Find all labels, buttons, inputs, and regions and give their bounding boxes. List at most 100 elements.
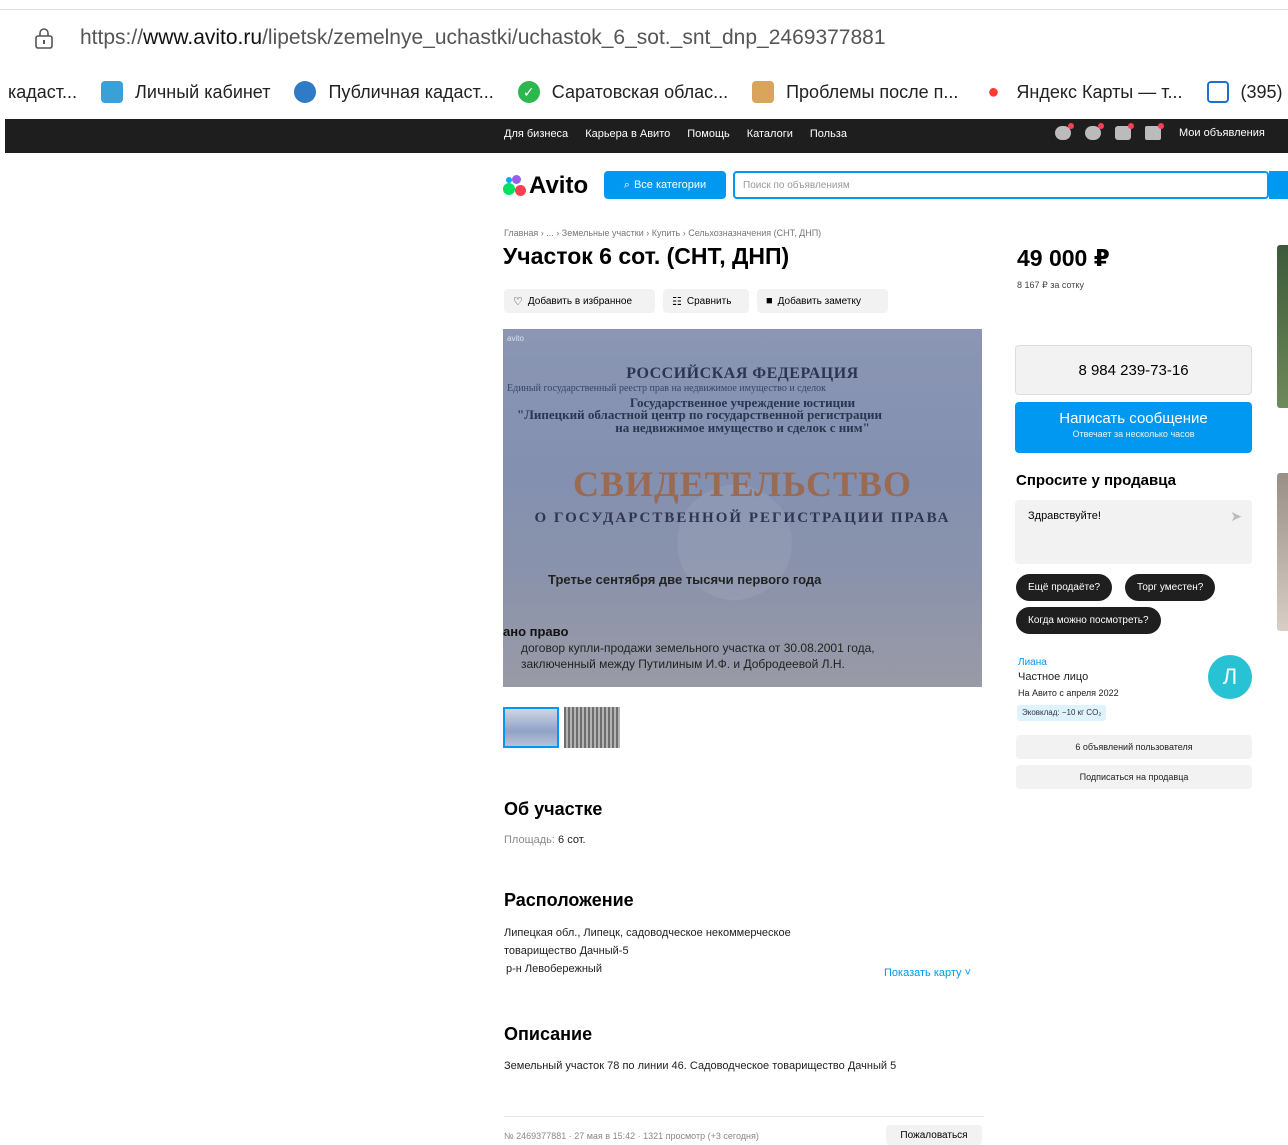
cart-icon[interactable] (1145, 123, 1164, 140)
compare-button[interactable]: ☷ Сравнить (663, 289, 749, 313)
heart-icon: ♡ (513, 295, 523, 308)
map-pin-icon: ● (987, 81, 1000, 103)
favorites-icon[interactable] (1055, 123, 1074, 140)
note-icon: ■ (766, 295, 773, 307)
send-icon[interactable]: ➤ (1230, 508, 1242, 525)
photo-line: Единый государственный реестр прав на не… (507, 383, 826, 394)
bookmark-label: (395) (1240, 81, 1283, 102)
quick-question-chip[interactable]: Когда можно посмотреть? (1016, 607, 1161, 634)
bookmark-item[interactable]: Личный кабинет (101, 81, 270, 103)
photo-thumbnail[interactable] (503, 707, 559, 748)
district-line: р-н Левобережный (506, 963, 602, 975)
address-line: товарищество Дачный-5 (504, 945, 629, 957)
check-icon: ✓ (517, 81, 540, 103)
user-ads-button[interactable]: 6 объявлений пользователя (1016, 735, 1252, 759)
bookmark-label: Проблемы после п... (786, 81, 959, 102)
bookmark-item[interactable]: (395) (1206, 81, 1283, 103)
area-row: Площадь: 6 сот. (504, 834, 586, 846)
nav-business[interactable]: Для бизнеса (504, 128, 568, 140)
page-title: Участок 6 сот. (СНТ, ДНП) (503, 243, 790, 269)
house-icon (294, 81, 317, 103)
nav-career[interactable]: Карьера в Авито (585, 128, 670, 140)
photo-line: ано право (503, 624, 569, 639)
bookmark-item[interactable]: ● Яндекс Карты — т... (982, 81, 1182, 103)
messages-icon[interactable] (1115, 123, 1134, 140)
message-label: Написать сообщение (1059, 410, 1208, 427)
description-text: Земельный участок 78 по линии 46. Садово… (504, 1060, 897, 1072)
all-categories-button[interactable]: ⌕ Все категории (604, 171, 726, 199)
logo-dots-icon (503, 175, 527, 197)
bookmark-item[interactable]: кадаст... (8, 82, 77, 103)
notifications-icon[interactable] (1085, 123, 1104, 140)
compare-label: Сравнить (686, 295, 732, 307)
url-text[interactable]: https://www.avito.ru/lipetsk/zemelnye_uc… (80, 26, 886, 50)
compare-icon: ☷ (672, 295, 682, 308)
photo-subheading: О ГОСУДАРСТВЕННОЙ РЕГИСТРАЦИИ ПРАВА (534, 510, 951, 526)
note-label: Добавить заметку (777, 295, 861, 307)
bookmarks-bar: кадаст... Личный кабинет Публичная кадас… (0, 72, 1288, 112)
favorite-label: Добавить в избранное (527, 295, 633, 307)
ask-text: Здравствуйте! (1028, 510, 1101, 522)
breadcrumb[interactable]: Главная › ... › Земельные участки › Купи… (504, 228, 821, 238)
quick-question-chip[interactable]: Ещё продаёте? (1016, 574, 1113, 601)
search-button[interactable] (1269, 171, 1288, 199)
phone-button[interactable]: 8 984 239-73-16 (1015, 345, 1252, 395)
write-message-button[interactable]: Написать сообщение Отвечает за несколько… (1015, 402, 1252, 453)
ask-seller-input[interactable]: Здравствуйте! ➤ (1015, 500, 1252, 564)
nav-help[interactable]: Помощь (687, 128, 730, 140)
price-per-unit: 8 167 ₽ за сотку (1017, 280, 1084, 290)
photo-thumbnail[interactable] (564, 707, 620, 748)
complain-button[interactable]: Пожаловаться (886, 1125, 982, 1145)
description-heading: Описание (504, 1024, 593, 1044)
subscribe-button[interactable]: Подписаться на продавца (1016, 765, 1252, 789)
gosuslugi-icon (101, 81, 124, 103)
ad-banner-image[interactable] (1277, 473, 1288, 631)
avito-logo[interactable]: Avito (503, 172, 588, 200)
bookmark-label: Саратовская облас... (551, 81, 729, 102)
area-value: 6 сот. (558, 834, 586, 846)
bookmark-label: кадаст... (8, 81, 78, 102)
listing-meta: № 2469377881 · 27 мая в 15:42 · 1321 про… (504, 1131, 759, 1141)
site-top-nav: Для бизнеса Карьера в Авито Помощь Катал… (5, 119, 1288, 153)
add-favorite-button[interactable]: ♡ Добавить в избранное (504, 289, 655, 313)
photo-tag: avito (507, 334, 524, 343)
eco-badge: Эковклад: −10 кг CO₂ (1017, 705, 1107, 721)
add-note-button[interactable]: ■ Добавить заметку (757, 289, 888, 313)
bookmark-item[interactable]: Публичная кадаст... (294, 81, 494, 103)
bookmark-item[interactable]: ✓ Саратовская облас... (517, 81, 729, 103)
avatar[interactable]: Л (1208, 655, 1252, 699)
area-label: Площадь: (504, 834, 555, 846)
price: 49 000 ₽ (1017, 245, 1110, 271)
photo-line: заключенный между Путилиным И.Ф. и Добро… (521, 657, 845, 671)
search-placeholder: Поиск по объявлениям (743, 180, 850, 191)
about-heading: Об участке (504, 799, 603, 819)
photo-line: РОССИЙСКАЯ ФЕДЕРАЦИЯ (626, 365, 859, 382)
listing-photo[interactable]: ⬤ avito РОССИЙСКАЯ ФЕДЕРАЦИЯ Единый госу… (503, 329, 982, 687)
lock-icon (35, 28, 53, 49)
address-line: Липецкая обл., Липецк, садоводческое нек… (504, 927, 791, 939)
message-subtext: Отвечает за несколько часов (1072, 429, 1195, 439)
avatar-icon (752, 81, 775, 103)
photo-line: на недвижимое имущество и сделок с ним" (615, 420, 870, 435)
seller-since: На Авито с апреля 2022 (1018, 688, 1119, 698)
location-heading: Расположение (504, 890, 634, 910)
nav-catalogs[interactable]: Каталоги (747, 128, 793, 140)
bookmark-item[interactable]: Проблемы после п... (752, 81, 958, 103)
photo-heading: СВИДЕТЕЛЬСТВО (572, 464, 913, 504)
bookmark-label: Личный кабинет (135, 81, 271, 102)
ad-banner-image[interactable] (1277, 245, 1288, 408)
address-bar[interactable]: https://www.avito.ru/lipetsk/zemelnye_uc… (0, 14, 1288, 64)
show-map-link[interactable]: Показать карту ˅ (884, 967, 971, 979)
my-ads-link[interactable]: Мои объявления (1179, 127, 1265, 139)
seller-name[interactable]: Лиана (1018, 657, 1047, 668)
window-top-strip (0, 0, 1288, 10)
bookmark-label: Публичная кадаст... (328, 81, 494, 102)
photo-line: договор купли-продажи земельного участка… (521, 641, 875, 655)
photo-date: Третье сентября две тысячи первого года (548, 572, 822, 587)
bookmark-label: Яндекс Карты — т... (1016, 81, 1183, 102)
ask-seller-heading: Спросите у продавца (1016, 472, 1176, 489)
mail-icon (1206, 81, 1229, 103)
nav-benefit[interactable]: Польза (810, 128, 847, 140)
quick-question-chip[interactable]: Торг уместен? (1125, 574, 1216, 601)
search-input[interactable]: Поиск по объявлениям (733, 171, 1269, 199)
